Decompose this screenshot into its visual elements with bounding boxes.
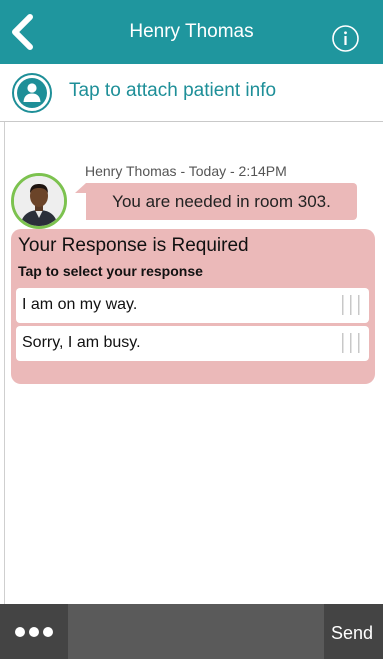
composer-bar: Send: [0, 604, 383, 659]
response-option[interactable]: Sorry, I am busy.: [16, 326, 369, 361]
divider-line: [4, 122, 5, 604]
patient-icon: [11, 72, 53, 114]
response-card: Your Response is Required Tap to select …: [11, 229, 375, 384]
avatar[interactable]: [11, 173, 67, 229]
more-dots-icon[interactable]: [8, 615, 60, 648]
drag-handle-icon: [340, 331, 362, 355]
chat-title: Henry Thomas: [129, 21, 254, 42]
message-bubble: You are needed in room 303.: [86, 183, 357, 220]
response-option-label: Sorry, I am busy.: [22, 334, 141, 351]
message-text: You are needed in room 303.: [112, 191, 331, 211]
message-meta: Henry Thomas - Today - 2:14PM: [85, 163, 287, 179]
send-button[interactable]: Send: [331, 623, 373, 644]
response-title: Your Response is Required: [18, 235, 249, 256]
response-option[interactable]: I am on my way.: [16, 288, 369, 323]
attach-patient-info-label: Tap to attach patient info: [69, 80, 277, 101]
chat-screen: Henry Thomas Tap to attach patient info …: [0, 0, 383, 659]
info-icon[interactable]: [331, 24, 360, 53]
response-subtitle: Tap to select your response: [18, 263, 203, 279]
message-bubble-tail: [75, 183, 86, 193]
attach-patient-info-button[interactable]: Tap to attach patient info: [0, 64, 383, 122]
header-bar: Henry Thomas: [0, 0, 383, 64]
drag-handle-icon: [340, 293, 362, 317]
message-input[interactable]: [68, 604, 324, 659]
response-option-label: I am on my way.: [22, 296, 138, 313]
